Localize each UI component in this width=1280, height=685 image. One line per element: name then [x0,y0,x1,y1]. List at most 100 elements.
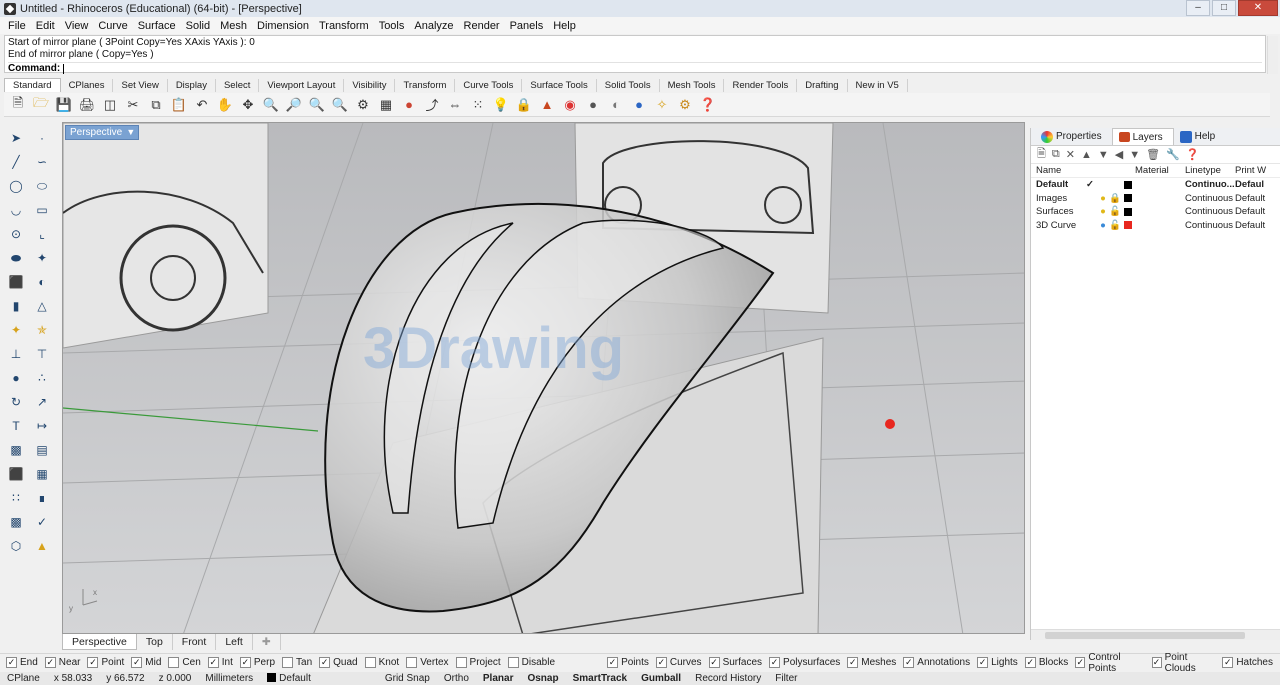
checkbox[interactable]: ✓ [1075,657,1086,668]
help-icon[interactable]: ❓ [698,95,718,115]
points-on-icon[interactable]: ⁙ [468,95,488,115]
move-up-icon[interactable]: ▲ [1081,149,1092,161]
print-icon[interactable]: 🖨 [77,95,97,115]
osnap-point[interactable]: ✓ Point [87,657,124,668]
ellipse-icon[interactable]: ⬭ [31,176,53,196]
viewport-title[interactable]: Perspective ▼ [65,125,140,140]
block-icon[interactable]: ▩ [5,440,27,460]
osnap-quad[interactable]: ✓ Quad [319,657,358,668]
select-arrow-icon[interactable]: ➤ [5,128,27,148]
checkbox[interactable] [364,657,376,668]
tab-drafting[interactable]: Drafting [797,79,848,92]
analyze-icon[interactable]: ✦ [5,320,27,340]
new-sublayer-icon[interactable]: ⧉ [1052,148,1060,161]
smarttrack-toggle[interactable]: SmartTrack [566,672,634,685]
tab-left[interactable]: Left [216,634,253,650]
text-icon[interactable]: T [5,416,27,436]
zoom-extents-icon[interactable]: 🔍 [307,95,327,115]
tab-transform[interactable]: Transform [395,79,456,92]
checkbox[interactable]: ✓ [207,657,219,668]
paste-icon[interactable]: 📋 [169,95,189,115]
split-icon[interactable]: ✯ [31,320,53,340]
menu-file[interactable]: File [3,20,31,32]
menu-render[interactable]: Render [459,20,505,32]
unlock-icon[interactable]: 🔓 [1109,206,1121,217]
filter-blocks[interactable]: ✓ Blocks [1024,657,1068,668]
checkbox[interactable]: ✓ [1151,657,1162,668]
cut-icon[interactable]: ✂ [123,95,143,115]
menu-solid[interactable]: Solid [181,20,215,32]
save-icon[interactable]: 💾 [54,95,74,115]
menu-tools[interactable]: Tools [374,20,410,32]
circle-center-icon[interactable]: ⊙ [5,224,27,244]
record-history-toggle[interactable]: Record History [688,672,768,685]
menu-panels[interactable]: Panels [505,20,549,32]
tree-icon[interactable]: ∎ [31,488,53,508]
tab-perspective[interactable]: Perspective [62,634,137,650]
checkbox[interactable]: ✓ [44,657,56,668]
checkbox[interactable]: ✓ [1222,657,1234,668]
tab-front[interactable]: Front [173,634,217,650]
curve-icon[interactable]: ∽ [31,152,53,172]
grid-icon[interactable]: ▦ [376,95,396,115]
tab-layers[interactable]: Layers [1111,128,1174,145]
osnap-near[interactable]: ✓ Near [44,657,80,668]
command-area[interactable]: Start of mirror plane ( 3Point Copy=Yes … [4,35,1266,74]
fillet-icon[interactable]: ⌞ [31,224,53,244]
current-layer[interactable]: Default [260,672,318,685]
mesh-grid-icon[interactable]: ▦ [31,464,53,484]
column-name[interactable]: Name [1031,165,1083,176]
checkbox[interactable]: ✓ [607,657,619,668]
open-folder-icon[interactable]: 🗁 [31,95,51,115]
hatch-icon[interactable]: ▤ [31,440,53,460]
surface-icon[interactable]: ⬬ [5,248,27,268]
array-icon[interactable]: ∴ [31,368,53,388]
checkbox[interactable]: ✓ [239,657,251,668]
tab-standard[interactable]: Standard [4,78,61,92]
export-icon[interactable]: ◫ [100,95,120,115]
checkbox[interactable] [455,657,467,668]
layer-color-swatch[interactable] [1124,207,1132,216]
new-file-icon[interactable]: 🗎 [8,95,28,115]
new-layer-icon[interactable]: 🗎 [1037,145,1046,164]
osnap-project[interactable]: Project [455,657,501,668]
shaded-sphere-icon[interactable]: ● [583,95,603,115]
tab-visibility[interactable]: Visibility [344,79,396,92]
menu-surface[interactable]: Surface [133,20,181,32]
filter-polysurfaces[interactable]: ✓ Polysurfaces [769,657,840,668]
tab-properties[interactable]: Properties [1035,128,1112,145]
solid-box-icon[interactable]: ⬛ [5,464,27,484]
osnap-end[interactable]: ✓ End [6,657,38,668]
copy-icon[interactable]: ⧉ [146,95,166,115]
minimize-button[interactable]: – [1186,0,1210,16]
arc-icon[interactable]: ◡ [5,200,27,220]
planar-toggle[interactable]: Planar [476,672,521,685]
trim-icon[interactable]: ⊥ [5,344,27,364]
filter-control-points[interactable]: ✓ Control Points [1075,652,1144,674]
layer-color-swatch[interactable] [1124,221,1132,230]
ortho-toggle[interactable]: Ortho [437,672,476,685]
checkbox[interactable]: ✓ [847,657,859,668]
menu-edit[interactable]: Edit [31,20,60,32]
layer-row[interactable]: Default ✓ Continuo... Defaul [1031,178,1280,192]
osnap-perp[interactable]: ✓ Perp [239,657,275,668]
menu-analyze[interactable]: Analyze [409,20,458,32]
scale-icon[interactable]: ↗ [31,392,53,412]
help-icon[interactable]: ❓ [1186,148,1200,161]
tab-new-in-v5[interactable]: New in V5 [848,79,908,92]
light-bulb-icon[interactable]: ● [1097,220,1109,231]
layer-row[interactable]: Surfaces ● 🔓 Continuous Default [1031,205,1280,219]
light-bulb-icon[interactable]: ● [1097,193,1109,204]
checkbox[interactable]: ✓ [903,657,915,668]
layer-color-swatch[interactable] [1124,194,1132,203]
checkbox[interactable]: ✓ [655,657,667,668]
dimension-icon[interactable]: ↦ [31,416,53,436]
material-sphere-icon[interactable]: ● [629,95,649,115]
checkbox[interactable] [507,657,519,668]
osnap-mid[interactable]: ✓ Mid [131,657,161,668]
layer-row[interactable]: Images ● 🔒 Continuous Default [1031,192,1280,206]
add-viewport-icon[interactable]: ✚ [253,634,281,650]
box-icon[interactable]: ⬛ [5,272,27,292]
check-icon[interactable]: ✓ [31,512,53,532]
filter-meshes[interactable]: ✓ Meshes [847,657,896,668]
